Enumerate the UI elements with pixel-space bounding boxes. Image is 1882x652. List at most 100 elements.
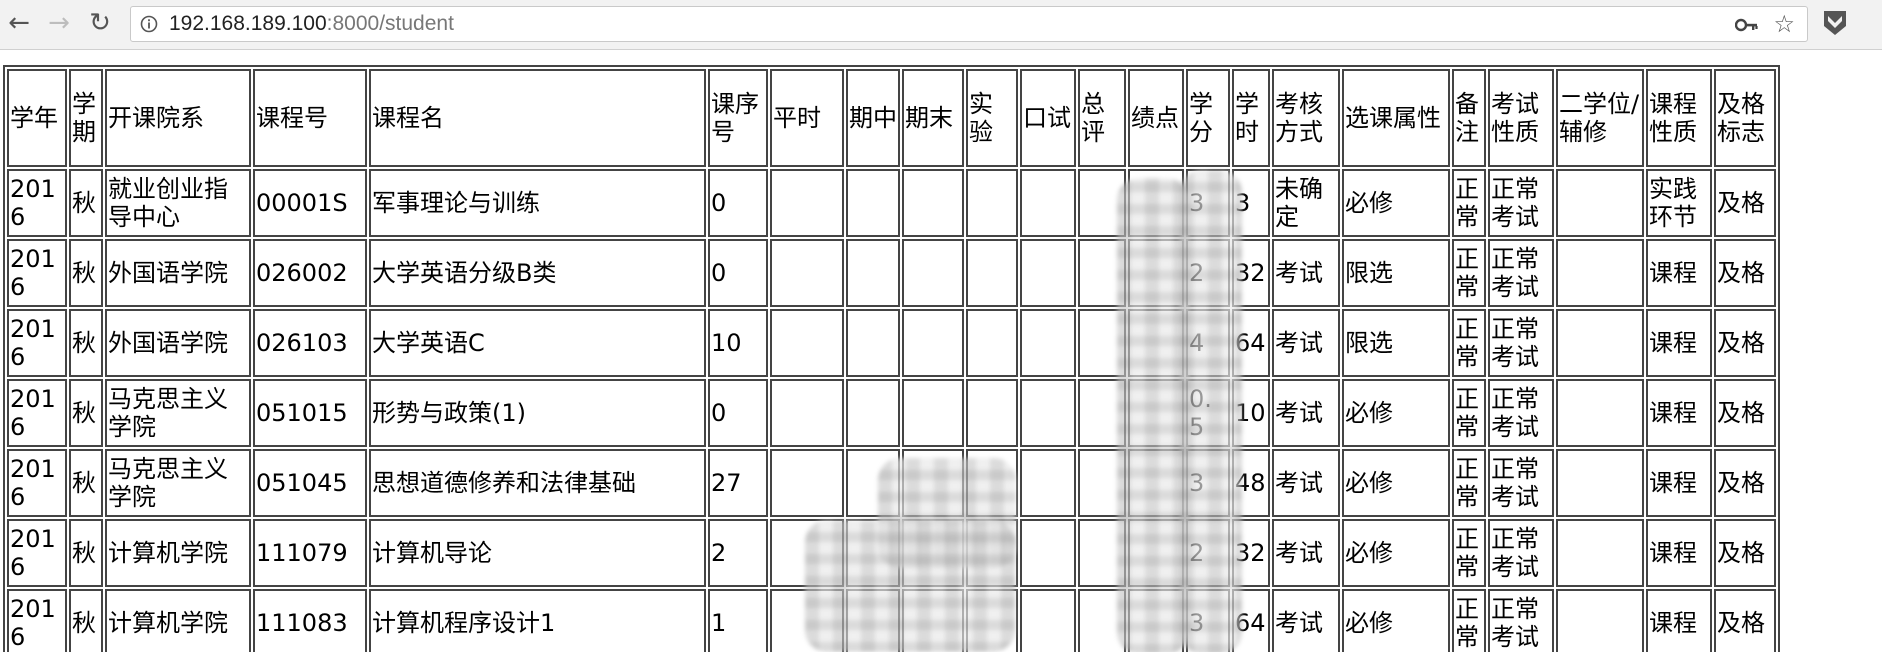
table-cell: 及格 — [1714, 519, 1776, 587]
table-cell: 及格 — [1714, 169, 1776, 237]
back-arrow-icon: ← — [8, 8, 30, 38]
column-header: 实验 — [966, 69, 1018, 167]
forward-button[interactable]: → — [44, 8, 74, 38]
table-cell: 实践环节 — [1646, 169, 1712, 237]
back-button[interactable]: ← — [4, 8, 34, 38]
table-cell: 0 — [708, 239, 768, 307]
redaction-blur — [1117, 178, 1189, 652]
table-cell: 2016 — [7, 309, 67, 377]
column-header: 学时 — [1232, 69, 1270, 167]
table-cell: 秋 — [69, 309, 103, 377]
table-cell — [902, 239, 964, 307]
address-bar[interactable]: 192.168.189.100:8000/student ☆ — [130, 6, 1808, 42]
star-icon[interactable]: ☆ — [1773, 12, 1795, 36]
table-cell — [1020, 519, 1076, 587]
table-cell: 10 — [708, 309, 768, 377]
table-header-row: 学年 学期 开课院系 课程号 课程名 课序号 平时 期中 期末 实验 口试 总评 绩点 学分 学时 考核方式选… — [7, 69, 1776, 167]
column-header: 期末 — [902, 69, 964, 167]
table-cell: 2016 — [7, 169, 67, 237]
table-cell — [1556, 449, 1644, 517]
table-cell: 考试 — [1272, 589, 1340, 652]
redaction-blur — [1180, 170, 1242, 652]
column-header: 总评 — [1078, 69, 1126, 167]
column-header: 期中 — [846, 69, 900, 167]
table-cell: 课程 — [1646, 589, 1712, 652]
table-cell — [770, 239, 844, 307]
table-cell: 大学英语C — [369, 309, 706, 377]
table-cell — [1020, 589, 1076, 652]
table-cell: 111079 — [253, 519, 367, 587]
column-header: 学分 — [1186, 69, 1230, 167]
table-cell: 27 — [708, 449, 768, 517]
table-cell — [1556, 239, 1644, 307]
page-content: 学年 学期 开课院系 课程号 课程名 课序号 平时 期中 期末 实验 口试 总评 绩点 学分 学时 考核方式选… — [0, 50, 1882, 652]
table-row: 2016秋马克思主义学院051015形势与政策(1)00.510考试必修正常正常… — [7, 379, 1776, 447]
table-cell: 正常 — [1452, 519, 1486, 587]
column-header: 学年 — [7, 69, 67, 167]
table-cell: 0 — [708, 169, 768, 237]
table-cell: 正常考试 — [1488, 449, 1554, 517]
table-cell: 0 — [708, 379, 768, 447]
column-header: 开课院系 — [105, 69, 251, 167]
table-cell — [770, 169, 844, 237]
table-cell: 秋 — [69, 589, 103, 652]
table-cell: 考试 — [1272, 519, 1340, 587]
table-cell — [846, 379, 900, 447]
table-cell: 正常考试 — [1488, 309, 1554, 377]
url-text[interactable]: 192.168.189.100:8000/student — [169, 12, 454, 36]
table-cell: 正常 — [1452, 449, 1486, 517]
table-cell — [966, 239, 1018, 307]
table-cell: 课程 — [1646, 239, 1712, 307]
info-icon[interactable] — [140, 15, 158, 33]
table-cell: 必修 — [1342, 519, 1450, 587]
column-header: 课程号 — [253, 69, 367, 167]
table-cell: 正常 — [1452, 309, 1486, 377]
table-cell: 必修 — [1342, 379, 1450, 447]
browser-toolbar: ← → ↻ 192.168.189.100:8000/student ☆ — [0, 0, 1882, 50]
table-cell: 军事理论与训练 — [369, 169, 706, 237]
table-cell — [1020, 449, 1076, 517]
table-cell: 考试 — [1272, 449, 1340, 517]
table-cell — [966, 309, 1018, 377]
column-header: 学期 — [69, 69, 103, 167]
extension-icon[interactable] — [1822, 9, 1848, 37]
reload-button[interactable]: ↻ — [85, 8, 115, 38]
table-cell: 考试 — [1272, 239, 1340, 307]
table-cell: 2016 — [7, 379, 67, 447]
table-cell: 2016 — [7, 589, 67, 652]
url-host: 192.168.189.100 — [169, 12, 327, 35]
table-cell: 秋 — [69, 379, 103, 447]
key-icon[interactable] — [1735, 15, 1759, 35]
column-header: 考核方式 — [1272, 69, 1340, 167]
table-cell: 026002 — [253, 239, 367, 307]
table-cell — [770, 309, 844, 377]
table-cell — [846, 309, 900, 377]
table-cell — [1020, 379, 1076, 447]
table-cell — [1556, 589, 1644, 652]
column-header: 课程名 — [369, 69, 706, 167]
table-cell: 051045 — [253, 449, 367, 517]
table-row: 2016秋就业创业指导中心00001S军事理论与训练033未确定必修正常正常考试… — [7, 169, 1776, 237]
table-cell: 计算机程序设计1 — [369, 589, 706, 652]
column-header: 平时 — [770, 69, 844, 167]
column-header: 选课属性 — [1342, 69, 1450, 167]
table-cell: 外国语学院 — [105, 309, 251, 377]
table-cell: 正常考试 — [1488, 589, 1554, 652]
table-cell: 秋 — [69, 169, 103, 237]
table-cell — [1556, 519, 1644, 587]
redaction-blur — [805, 520, 1015, 652]
table-cell: 及格 — [1714, 449, 1776, 517]
table-cell — [966, 379, 1018, 447]
table-cell: 026103 — [253, 309, 367, 377]
table-cell — [902, 169, 964, 237]
table-cell: 未确定 — [1272, 169, 1340, 237]
table-cell: 课程 — [1646, 449, 1712, 517]
table-cell: 正常 — [1452, 589, 1486, 652]
table-cell: 马克思主义学院 — [105, 449, 251, 517]
table-row: 2016秋外国语学院026103大学英语C10464考试限选正常正常考试课程及格 — [7, 309, 1776, 377]
table-cell: 计算机学院 — [105, 519, 251, 587]
table-cell: 正常考试 — [1488, 169, 1554, 237]
table-cell — [902, 379, 964, 447]
forward-arrow-icon: → — [48, 8, 70, 38]
table-cell — [1020, 239, 1076, 307]
